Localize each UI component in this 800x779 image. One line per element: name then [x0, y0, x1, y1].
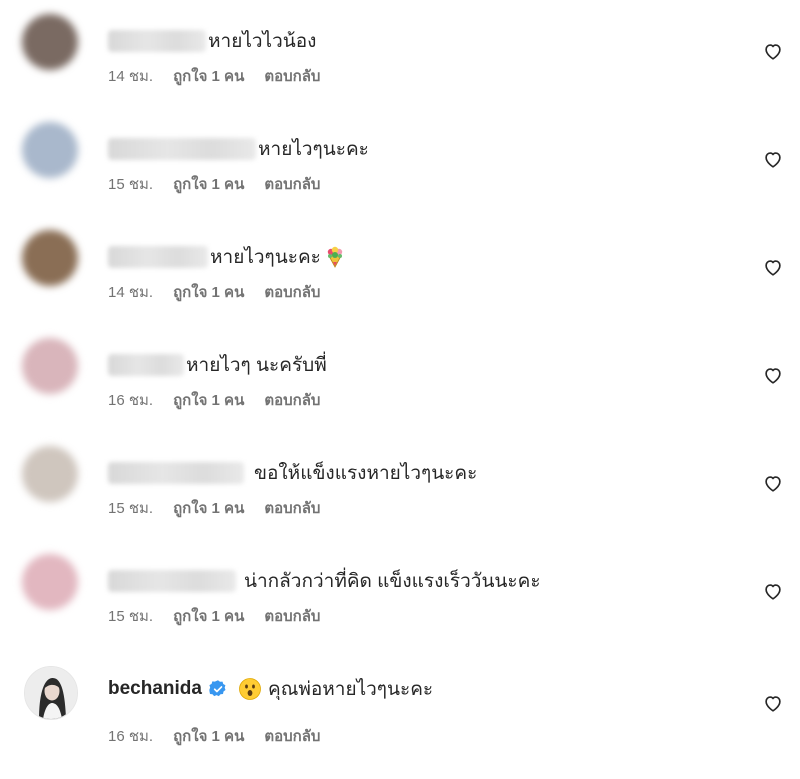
username-blurred[interactable] — [108, 30, 206, 52]
likes-count[interactable]: ถูกใจ 1 คน — [173, 496, 244, 520]
verified-badge-icon — [209, 680, 226, 697]
avatar[interactable] — [24, 666, 78, 720]
comment-time: 15 ชม. — [108, 500, 154, 517]
comment-item: หายไวไวน้อง 14 ชม. ถูกใจ 1 คน ตอบกลับ — [0, 0, 800, 108]
profile-photo-icon — [25, 667, 77, 719]
comment-time: 16 ชม. — [108, 728, 154, 745]
comment-item: หายไวๆนะคะ 14 ชม. ถูกใจ 1 คน ตอบกลับ — [0, 216, 800, 324]
bouquet-icon — [327, 246, 343, 268]
reply-button[interactable]: ตอบกลับ — [264, 496, 320, 520]
likes-count[interactable]: ถูกใจ 1 คน — [173, 724, 244, 748]
comment-time: 15 ชม. — [108, 608, 154, 625]
likes-count[interactable]: ถูกใจ 1 คน — [173, 388, 244, 412]
avatar[interactable] — [22, 338, 78, 394]
username-blurred[interactable] — [108, 462, 244, 484]
comment-item: bechanida คุณพ่อหายไวๆนะคะ 16 ชม. ถูกใจ … — [0, 648, 800, 756]
likes-count[interactable]: ถูกใจ 1 คน — [173, 280, 244, 304]
comment-text: คุณพ่อหายไวๆนะคะ — [267, 679, 434, 700]
heart-icon[interactable] — [762, 256, 784, 278]
avatar[interactable] — [22, 554, 78, 610]
comment-text: น่ากลัวกว่าที่คิด แข็งแรงเร็ววันนะคะ — [244, 571, 541, 592]
comment-time: 15 ชม. — [108, 176, 154, 193]
heart-icon[interactable] — [762, 148, 784, 170]
username[interactable]: bechanida — [108, 678, 202, 700]
heart-icon[interactable] — [762, 364, 784, 386]
reply-button[interactable]: ตอบกลับ — [264, 388, 320, 412]
comment-text: ขอให้แข็งแรงหายไวๆนะคะ — [254, 463, 478, 484]
likes-count[interactable]: ถูกใจ 1 คน — [173, 172, 244, 196]
reply-button[interactable]: ตอบกลับ — [264, 724, 320, 748]
avatar[interactable] — [22, 446, 78, 502]
comment-time: 14 ชม. — [108, 68, 154, 85]
comment-time: 14 ชม. — [108, 284, 154, 301]
avatar[interactable] — [22, 230, 78, 286]
comment-text: หายไวไวน้อง — [208, 31, 317, 52]
heart-icon[interactable] — [762, 580, 784, 602]
likes-count[interactable]: ถูกใจ 1 คน — [173, 64, 244, 88]
reply-button[interactable]: ตอบกลับ — [264, 172, 320, 196]
comment-time: 16 ชม. — [108, 392, 154, 409]
username-blurred[interactable] — [108, 138, 256, 160]
comment-text: หายไวๆ นะครับพี่ — [186, 355, 327, 376]
heart-icon[interactable] — [762, 472, 784, 494]
comment-item: หายไวๆนะคะ 15 ชม. ถูกใจ 1 คน ตอบกลับ — [0, 108, 800, 216]
reply-button[interactable]: ตอบกลับ — [264, 280, 320, 304]
avatar[interactable] — [22, 122, 78, 178]
comment-item: ขอให้แข็งแรงหายไวๆนะคะ 15 ชม. ถูกใจ 1 คน… — [0, 432, 800, 540]
likes-count[interactable]: ถูกใจ 1 คน — [173, 604, 244, 628]
username-blurred[interactable] — [108, 354, 184, 376]
heart-icon[interactable] — [762, 692, 784, 714]
avatar[interactable] — [22, 14, 78, 70]
heart-icon[interactable] — [762, 40, 784, 62]
reply-button[interactable]: ตอบกลับ — [264, 64, 320, 88]
comment-item: หายไวๆ นะครับพี่ 16 ชม. ถูกใจ 1 คน ตอบกล… — [0, 324, 800, 432]
comment-text: หายไวๆนะคะ — [258, 139, 369, 160]
username-blurred[interactable] — [108, 246, 208, 268]
reply-button[interactable]: ตอบกลับ — [264, 604, 320, 628]
username-blurred[interactable] — [108, 570, 236, 592]
comment-item: น่ากลัวกว่าที่คิด แข็งแรงเร็ววันนะคะ 15 … — [0, 540, 800, 648]
comment-text: หายไวๆนะคะ — [210, 247, 321, 268]
astonished-face-icon — [239, 678, 261, 700]
